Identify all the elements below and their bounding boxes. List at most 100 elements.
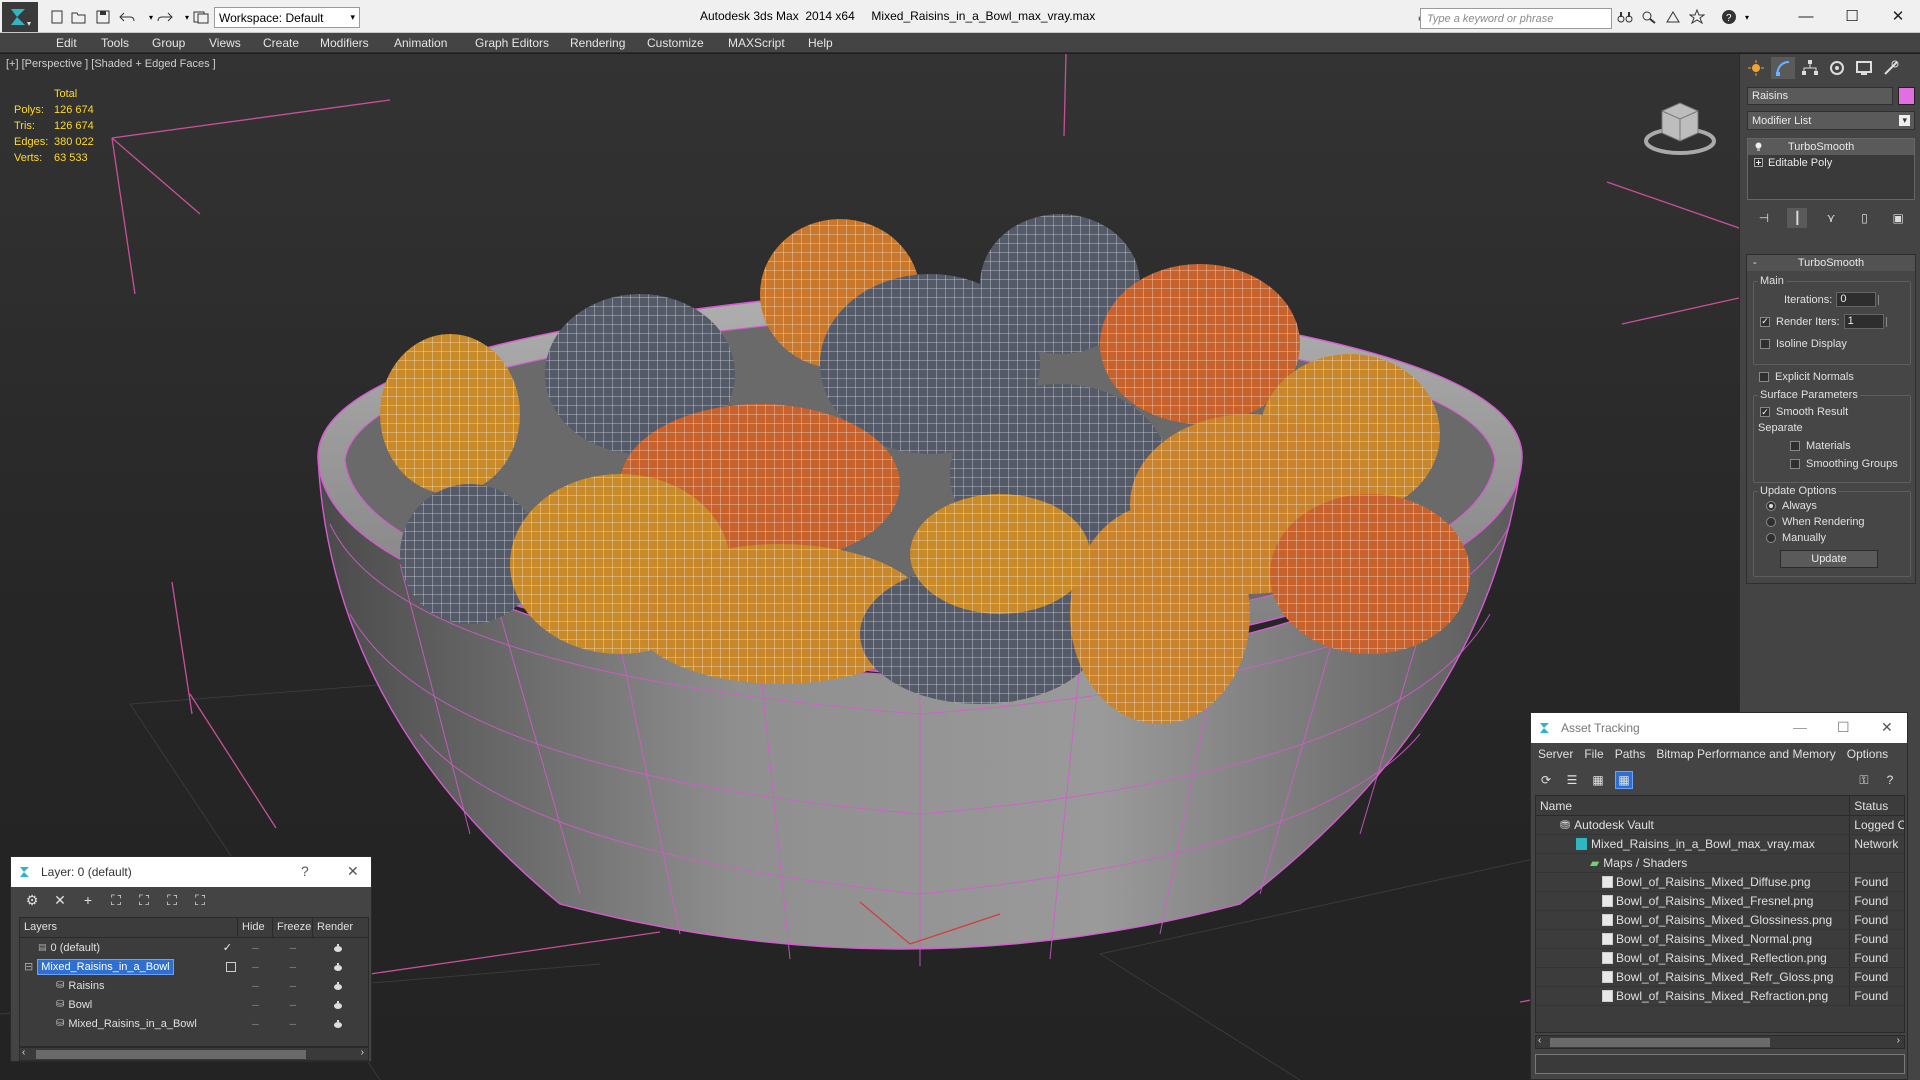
highlight-layer-icon[interactable]: ⛶	[135, 891, 153, 909]
app-menu-button[interactable]	[2, 2, 38, 32]
hide-toggle[interactable]: ─	[238, 957, 273, 976]
render-teapot-icon[interactable]	[313, 957, 363, 976]
menu-group[interactable]: Group	[152, 36, 185, 50]
hide-toggle[interactable]: ─	[238, 1014, 273, 1033]
redo-icon[interactable]	[156, 8, 174, 26]
col-freeze[interactable]: Freeze	[273, 918, 313, 937]
hierarchy-tab-icon[interactable]	[1798, 57, 1822, 79]
render-teapot-icon[interactable]	[313, 976, 363, 995]
create-layer-icon[interactable]: ⚙	[23, 891, 41, 909]
layer-dialog-titlebar[interactable]: Layer: 0 (default) ? ✕	[11, 857, 371, 887]
asset-horizontal-scrollbar[interactable]: ‹ ›	[1535, 1035, 1905, 1049]
manually-radio[interactable]	[1766, 533, 1776, 543]
layer-row-bowl[interactable]: ⛁ Bowl ─ ─	[20, 995, 368, 1014]
rollout-header[interactable]: - TurboSmooth	[1747, 255, 1915, 271]
col-status[interactable]: Status	[1849, 796, 1904, 815]
modifier-list-dropdown[interactable]: Modifier List ▾	[1747, 111, 1915, 130]
asset-menu-file[interactable]: File	[1584, 747, 1603, 761]
asset-row-fresnel[interactable]: Bowl_of_Raisins_Mixed_Fresnel.png Found	[1536, 892, 1904, 911]
render-iters-checkbox[interactable]: ✓	[1760, 316, 1770, 327]
asset-row-glossiness[interactable]: Bowl_of_Raisins_Mixed_Glossiness.png Fou…	[1536, 911, 1904, 930]
object-name-field[interactable]: Raisins	[1747, 87, 1893, 105]
asset-row-max-file[interactable]: Mixed_Raisins_in_a_Bowl_max_vray.max Net…	[1536, 835, 1904, 854]
asset-menu-paths[interactable]: Paths	[1615, 747, 1646, 761]
project-folder-icon[interactable]	[192, 8, 210, 26]
binoculars-icon[interactable]	[1616, 8, 1634, 26]
vault-login-icon[interactable]: ⚿	[1855, 771, 1873, 789]
asset-menu-options[interactable]: Options	[1847, 747, 1888, 761]
open-file-icon[interactable]	[70, 8, 88, 26]
freeze-toggle[interactable]: ─	[273, 1014, 313, 1033]
minimize-button[interactable]: —	[1786, 4, 1826, 28]
render-teapot-icon[interactable]	[313, 995, 363, 1014]
make-unique-icon[interactable]: ⋎	[1821, 208, 1841, 228]
asset-row-diffuse[interactable]: Bowl_of_Raisins_Mixed_Diffuse.png Found	[1536, 873, 1904, 892]
favorites-star-icon[interactable]	[1688, 8, 1706, 26]
table-view-icon[interactable]: ▦	[1615, 771, 1633, 789]
layer-row-mixed-raisins-object[interactable]: ⛁ Mixed_Raisins_in_a_Bowl ─ ─	[20, 1014, 368, 1033]
smooth-result-checkbox[interactable]: ✓	[1760, 407, 1770, 417]
help-icon[interactable]: ?	[1881, 771, 1899, 789]
scroll-left-icon[interactable]: ‹	[1538, 1035, 1541, 1046]
asset-dialog-titlebar[interactable]: Asset Tracking — ☐ ✕	[1531, 713, 1907, 743]
refresh-icon[interactable]: ⟳	[1537, 771, 1555, 789]
pin-stack-icon[interactable]: ⊣	[1754, 208, 1774, 228]
lightbulb-icon[interactable]	[1754, 142, 1763, 151]
scroll-right-icon[interactable]: ›	[361, 1047, 364, 1058]
object-color-swatch[interactable]	[1898, 87, 1915, 105]
expand-plus-icon[interactable]	[1754, 158, 1763, 167]
maximize-button[interactable]: ☐	[1837, 719, 1850, 736]
stack-item-turbosmooth[interactable]: TurboSmooth	[1748, 139, 1914, 155]
freeze-toggle[interactable]: ─	[273, 957, 313, 976]
select-objects-icon[interactable]: ⛶	[107, 891, 125, 909]
add-to-layer-icon[interactable]: +	[79, 891, 97, 909]
render-teapot-icon[interactable]	[313, 938, 363, 957]
add-selection-box-icon[interactable]	[226, 961, 236, 972]
asset-menu-bitmap-performance[interactable]: Bitmap Performance and Memory	[1656, 747, 1835, 761]
menu-animation[interactable]: Animation	[394, 36, 447, 50]
menu-graph-editors[interactable]: Graph Editors	[475, 36, 549, 50]
smoothing-groups-checkbox[interactable]	[1790, 459, 1800, 469]
show-end-result-icon[interactable]: ┃	[1787, 208, 1808, 228]
col-name[interactable]: Name	[1536, 796, 1849, 815]
asset-menu-server[interactable]: Server	[1538, 747, 1573, 761]
save-file-icon[interactable]	[94, 8, 112, 26]
scroll-right-icon[interactable]: ›	[1897, 1035, 1900, 1046]
menu-views[interactable]: Views	[209, 36, 241, 50]
always-radio[interactable]	[1766, 501, 1776, 511]
update-button[interactable]: Update	[1780, 550, 1878, 568]
menu-modifiers[interactable]: Modifiers	[320, 36, 369, 50]
modify-tab-icon[interactable]	[1771, 57, 1795, 79]
layer-row-mixed-raisins[interactable]: ⊟ Mixed_Raisins_in_a_Bowl ─ ─	[20, 957, 368, 976]
thumbnail-view-icon[interactable]: ▦	[1589, 771, 1607, 789]
help-icon[interactable]: ?	[1720, 8, 1738, 26]
help-dropdown-icon[interactable]: ▾	[1738, 8, 1756, 26]
asset-row-refr-gloss[interactable]: Bowl_of_Raisins_Mixed_Refr_Gloss.png Fou…	[1536, 968, 1904, 987]
asset-row-reflection[interactable]: Bowl_of_Raisins_Mixed_Reflection.png Fou…	[1536, 949, 1904, 968]
when-rendering-radio[interactable]	[1766, 517, 1776, 527]
motion-tab-icon[interactable]	[1825, 57, 1849, 79]
menu-create[interactable]: Create	[263, 36, 299, 50]
minimize-button[interactable]: —	[1793, 719, 1807, 735]
isoline-checkbox[interactable]	[1760, 339, 1770, 349]
freeze-toggle[interactable]: ─	[273, 995, 313, 1014]
viewcube-icon[interactable]	[1640, 89, 1720, 159]
scroll-thumb[interactable]	[36, 1050, 306, 1059]
render-teapot-icon[interactable]	[313, 1014, 363, 1033]
menu-customize[interactable]: Customize	[647, 36, 704, 50]
close-button[interactable]: ✕	[347, 863, 359, 880]
search-input[interactable]: Type a keyword or phrase	[1420, 8, 1612, 29]
explicit-normals-checkbox[interactable]	[1759, 372, 1769, 382]
layer-row-raisins[interactable]: ⛁ Raisins ─ ─	[20, 976, 368, 995]
asset-row-maps-shaders[interactable]: ▰ Maps / Shaders	[1536, 854, 1904, 873]
viewport-label[interactable]: [+] [Perspective ] [Shaded + Edged Faces…	[6, 58, 216, 70]
hide-toggle[interactable]: ─	[238, 976, 273, 995]
asset-row-refraction[interactable]: Bowl_of_Raisins_Mixed_Refraction.png Fou…	[1536, 987, 1904, 1006]
close-button[interactable]: ✕	[1878, 4, 1918, 28]
remove-modifier-icon[interactable]: ▯	[1855, 208, 1875, 228]
workspace-dropdown[interactable]: Workspace: Default ▾	[214, 7, 360, 28]
menu-help[interactable]: Help	[808, 36, 833, 50]
undo-icon[interactable]	[118, 8, 136, 26]
col-layers[interactable]: Layers	[20, 918, 238, 937]
layer-row-default[interactable]: ▤ 0 (default) ✓ ─ ─	[20, 938, 368, 957]
